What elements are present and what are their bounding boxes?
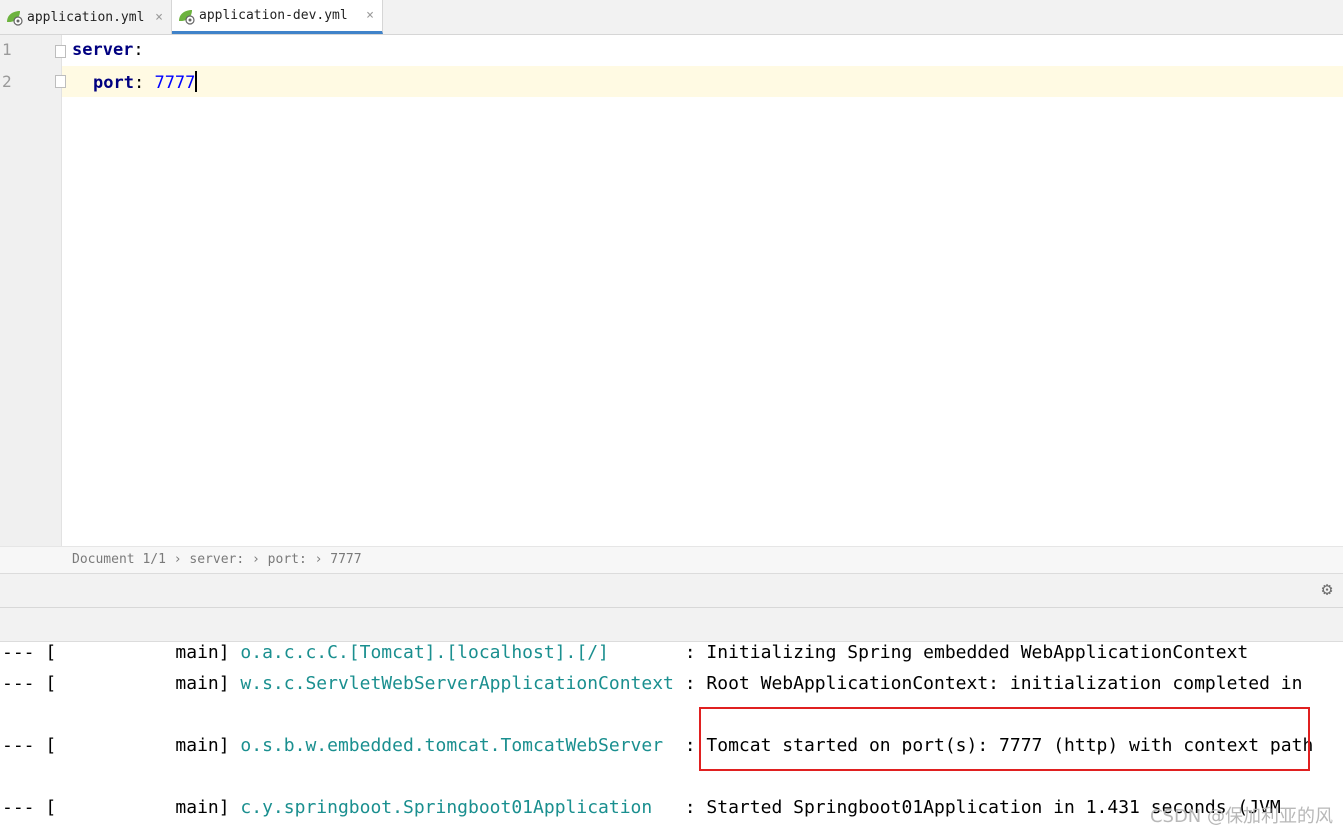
tab-application-dev-yml[interactable]: application-dev.yml × [172,0,383,34]
line-number: 2 [2,72,12,91]
yaml-key: port [93,73,134,93]
code-line-2[interactable]: port: 7777 [93,71,198,93]
log-message: : Root WebApplicationContext: initializa… [673,673,1303,694]
log-message: : Initializing Spring embedded WebApplic… [673,642,1249,663]
log-line: --- [ main] c.y.springboot.Springboot01A… [2,797,1281,818]
log-prefix: --- [ main] [2,735,241,756]
log-logger[interactable]: o.s.b.w.embedded.tomcat.TomcatWebServer [240,735,673,756]
gear-icon[interactable]: ⚙ [1318,581,1336,599]
code-line-1[interactable]: server: [72,40,144,60]
run-tool-window-header: ⚙ [0,574,1343,608]
log-prefix: --- [ main] [2,673,241,694]
yaml-key: server [72,40,134,60]
highlight-annotation-box [699,707,1310,771]
fold-marker-icon[interactable] [55,45,66,58]
line-number: 1 [2,40,12,59]
breadcrumb[interactable]: Document 1/1 › server: › port: › 7777 [72,552,362,567]
text-caret [195,71,198,92]
tab-label: application.yml [27,9,145,25]
console-subheader [0,608,1343,642]
line-gutter [0,35,62,546]
log-logger[interactable]: o.a.c.c.C.[Tomcat].[localhost].[/] [240,642,673,663]
close-icon[interactable]: × [155,10,163,25]
spring-leaf-icon [4,8,24,26]
current-line-highlight [62,66,1343,97]
spring-leaf-icon [176,7,196,25]
breadcrumb-bar: Document 1/1 › server: › port: › 7777 [0,546,1343,574]
close-icon[interactable]: × [366,8,374,23]
editor-tab-bar: application.yml × application-dev.yml × [0,0,1343,35]
fold-marker-icon[interactable] [55,75,66,88]
log-line: --- [ main] o.a.c.c.C.[Tomcat].[localhos… [2,642,1248,663]
tab-label: application-dev.yml [199,8,348,23]
log-logger[interactable]: w.s.c.ServletWebServerApplicationContext [240,673,673,694]
log-prefix: --- [ main] [2,797,241,818]
yaml-value: 7777 [154,73,196,93]
log-line: --- [ main] w.s.c.ServletWebServerApplic… [2,673,1302,694]
log-prefix: --- [ main] [2,642,241,663]
yaml-colon: : [133,40,144,60]
code-editor[interactable]: 1 2 server: port: 7777 [0,35,1343,546]
watermark: CSDN @保加利亚的风 [1149,806,1333,827]
yaml-colon: : [133,73,145,93]
log-logger[interactable]: c.y.springboot.Springboot01Application [240,797,673,818]
tab-application-yml[interactable]: application.yml × [0,0,172,34]
